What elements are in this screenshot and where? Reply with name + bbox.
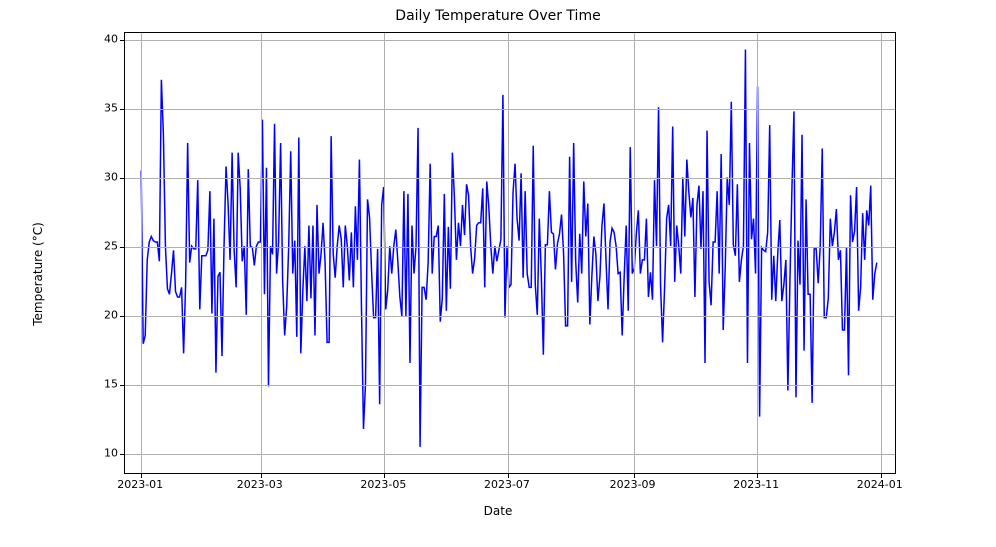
chart-title: Daily Temperature Over Time xyxy=(0,8,996,24)
y-tick-label: 15 xyxy=(78,378,118,391)
plot-area xyxy=(124,32,896,474)
grid-line-vertical xyxy=(508,33,509,473)
x-tick-label: 2023-01 xyxy=(117,478,163,491)
grid-line-horizontal xyxy=(125,247,895,248)
chart-figure: Daily Temperature Over Time Temperature … xyxy=(0,0,996,547)
y-tick-label: 20 xyxy=(78,309,118,322)
x-axis-label: Date xyxy=(0,504,996,518)
x-tick-label: 2023-07 xyxy=(484,478,530,491)
y-axis-label: Temperature (°C) xyxy=(31,222,45,326)
grid-line-vertical xyxy=(384,33,385,473)
x-tick-label: 2023-09 xyxy=(610,478,656,491)
y-tick-mark xyxy=(120,316,125,317)
grid-line-horizontal xyxy=(125,454,895,455)
y-tick-mark xyxy=(120,109,125,110)
y-tick-label: 10 xyxy=(78,447,118,460)
grid-line-vertical xyxy=(634,33,635,473)
grid-line-horizontal xyxy=(125,40,895,41)
y-tick-label: 35 xyxy=(78,101,118,114)
y-tick-label: 30 xyxy=(78,171,118,184)
grid-line-horizontal xyxy=(125,316,895,317)
x-tick-label: 2023-03 xyxy=(237,478,283,491)
grid-line-vertical xyxy=(141,33,142,473)
x-tick-label: 2023-11 xyxy=(733,478,779,491)
y-tick-mark xyxy=(120,40,125,41)
grid-line-horizontal xyxy=(125,109,895,110)
grid-line-vertical xyxy=(261,33,262,473)
y-tick-label: 40 xyxy=(78,32,118,45)
y-tick-mark xyxy=(120,385,125,386)
x-tick-label: 2024-01 xyxy=(857,478,903,491)
line-series xyxy=(125,33,895,473)
grid-line-vertical xyxy=(881,33,882,473)
grid-line-vertical xyxy=(757,33,758,473)
y-tick-mark xyxy=(120,454,125,455)
y-tick-mark xyxy=(120,247,125,248)
y-tick-label: 25 xyxy=(78,240,118,253)
grid-line-horizontal xyxy=(125,385,895,386)
x-tick-label: 2023-05 xyxy=(360,478,406,491)
y-tick-mark xyxy=(120,178,125,179)
grid-line-horizontal xyxy=(125,178,895,179)
y-axis-label-container: Temperature (°C) xyxy=(28,0,48,547)
